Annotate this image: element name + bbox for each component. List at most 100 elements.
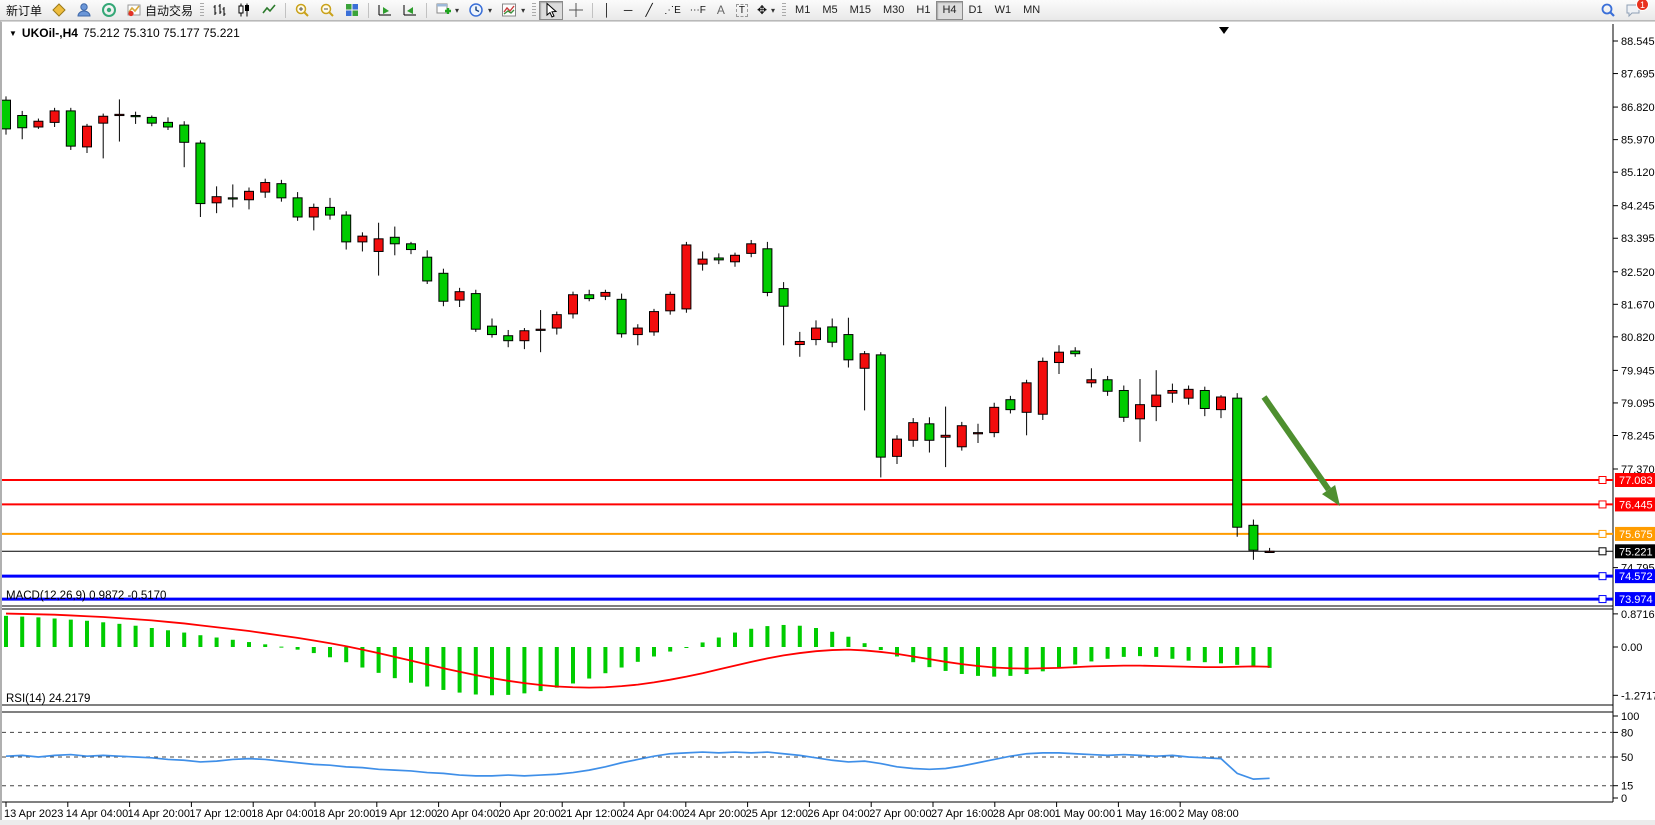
macd-bar <box>474 647 478 695</box>
price-tick-label: 85.120 <box>1621 167 1655 179</box>
tile-windows-button[interactable] <box>340 1 364 20</box>
price-tick-label: 81.670 <box>1621 299 1655 311</box>
macd-bar <box>846 637 850 647</box>
chart-shift-button[interactable] <box>398 1 422 20</box>
crosshair-button[interactable] <box>564 1 588 20</box>
text-label-icon: T <box>736 4 748 17</box>
equidistant-channel-tool[interactable]: ⋰E <box>660 1 685 20</box>
bar-chart-button[interactable] <box>207 1 231 20</box>
candlestick-button[interactable] <box>232 1 256 20</box>
macd-bar <box>263 644 267 647</box>
auto-scroll-button[interactable] <box>373 1 397 20</box>
trendline-tool[interactable]: ╱ <box>639 1 659 20</box>
macd-bar <box>992 647 996 677</box>
timeframe-w1[interactable]: W1 <box>989 1 1018 20</box>
rsi-axis-label: 50 <box>1621 752 1633 764</box>
timeframe-m15[interactable]: M15 <box>844 1 877 20</box>
price-badge-76.445: 76.445 <box>1615 497 1655 511</box>
macd-bar <box>587 647 591 679</box>
arrows-tool[interactable]: ✥▾ <box>753 1 779 20</box>
candle-body <box>228 198 237 199</box>
candle-body <box>536 329 545 330</box>
candle-body <box>1136 405 1145 419</box>
candle-body <box>309 207 318 217</box>
candle-body <box>1168 390 1177 393</box>
community-chat-button[interactable]: 1 <box>1621 1 1645 20</box>
signal-icon <box>101 2 117 18</box>
candle-body <box>50 111 59 122</box>
indicators-button[interactable]: ▾ <box>497 1 529 20</box>
metaeditor-button[interactable] <box>47 1 71 20</box>
macd-bar <box>927 647 931 667</box>
candle-body <box>390 237 399 244</box>
horizontal-line-icon: ─ <box>624 3 633 17</box>
candle-body <box>293 198 302 217</box>
new-chart-button[interactable]: ▾ <box>431 1 463 20</box>
price-badge-77.083: 77.083 <box>1615 473 1655 487</box>
svg-text:77.083: 77.083 <box>1619 475 1653 487</box>
macd-bar <box>603 647 607 673</box>
crosshair-icon <box>568 2 584 18</box>
candle-body <box>601 292 610 296</box>
candle-body <box>358 236 367 242</box>
horizontal-line-tool[interactable]: ─ <box>618 1 638 20</box>
line-handle[interactable] <box>1599 476 1606 483</box>
search-button[interactable] <box>1596 1 1620 20</box>
vertical-line-tool[interactable]: │ <box>597 1 617 20</box>
macd-bar <box>231 640 235 647</box>
fibonacci-tool[interactable]: ⋯F <box>686 1 710 20</box>
macd-bar <box>377 647 381 673</box>
auto-trading-button[interactable]: 自动交易 <box>122 1 197 20</box>
macd-bar <box>1235 647 1239 665</box>
candle-body <box>2 100 11 129</box>
zoom-out-button[interactable] <box>315 1 339 20</box>
candle-body <box>1217 397 1226 410</box>
timeframe-m1[interactable]: M1 <box>789 1 816 20</box>
toolbar-separator <box>592 3 593 18</box>
timeframe-h1[interactable]: H1 <box>910 1 936 20</box>
line-handle[interactable] <box>1599 596 1606 603</box>
price-tick-label: 82.520 <box>1621 267 1655 279</box>
profile-button[interactable] <box>72 1 96 20</box>
chart-window[interactable]: 88.54587.69586.82085.97085.12084.24583.3… <box>0 21 1655 821</box>
price-badge-75.675: 75.675 <box>1615 527 1655 541</box>
signals-button[interactable] <box>97 1 121 20</box>
svg-text:74.572: 74.572 <box>1619 571 1653 583</box>
macd-bar <box>717 638 721 648</box>
time-tick-label: 14 Apr 20:00 <box>128 808 190 820</box>
candle-body <box>909 423 918 441</box>
zoom-in-button[interactable] <box>290 1 314 20</box>
timeframe-mn[interactable]: MN <box>1017 1 1046 20</box>
line-chart-button[interactable] <box>257 1 281 20</box>
candle-body <box>520 331 529 341</box>
time-tick-label: 1 May 16:00 <box>1116 808 1177 820</box>
timeframe-d1[interactable]: D1 <box>963 1 989 20</box>
new-order-button[interactable]: 新订单 <box>2 1 46 20</box>
zoom-out-icon <box>319 2 335 18</box>
candle-body <box>1200 390 1209 408</box>
candle-body <box>974 433 983 434</box>
candle-body <box>180 125 189 142</box>
candle-body <box>779 289 788 307</box>
timeframe-m5[interactable]: M5 <box>816 1 843 20</box>
timeframe-h4[interactable]: H4 <box>936 1 962 20</box>
cursor-button[interactable] <box>539 1 563 20</box>
candlestick-icon <box>236 2 252 18</box>
line-handle[interactable] <box>1599 501 1606 508</box>
macd-bar <box>1170 647 1174 659</box>
candle-body <box>828 327 837 342</box>
candle-body <box>245 191 254 199</box>
macd-bar <box>150 628 154 647</box>
candle-body <box>747 244 756 254</box>
period-button[interactable]: ▾ <box>464 1 496 20</box>
text-tool[interactable]: A <box>711 1 731 20</box>
line-handle[interactable] <box>1599 530 1606 537</box>
line-handle[interactable] <box>1599 548 1606 555</box>
macd-bar <box>960 647 964 674</box>
line-handle[interactable] <box>1599 573 1606 580</box>
candle-body <box>1152 395 1161 406</box>
price-chart[interactable]: 88.54587.69586.82085.97085.12084.24583.3… <box>2 22 1655 821</box>
macd-bar <box>85 621 89 647</box>
timeframe-m30[interactable]: M30 <box>877 1 910 20</box>
text-label-tool[interactable]: T <box>732 1 752 20</box>
